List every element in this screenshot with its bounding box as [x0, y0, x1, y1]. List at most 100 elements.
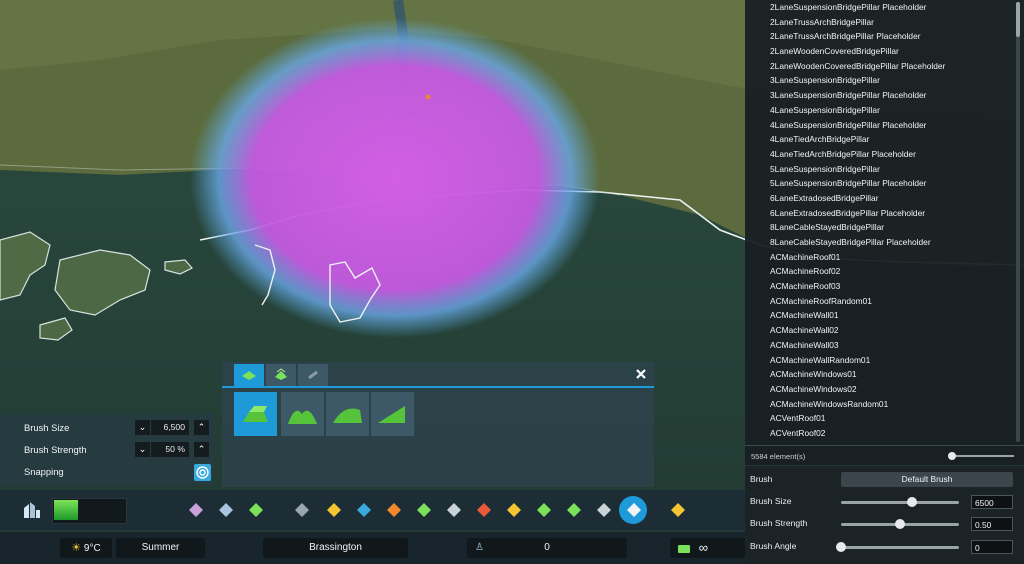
brush-label: Brush [750, 474, 773, 484]
zoning-icon [189, 503, 203, 517]
brush-angle-row: Brush Angle 0 [745, 536, 1024, 558]
brush-size-slider-knob[interactable] [906, 497, 917, 507]
asset-list-item[interactable]: 4LaneSuspensionBridgePillar Placeholder [745, 118, 1013, 133]
brush-row: Brush Default Brush [745, 469, 1024, 491]
brush-strength-input[interactable]: 0.50 [971, 517, 1013, 531]
raise-terrain-icon [243, 406, 268, 422]
brush-size-input[interactable]: 6500 [971, 495, 1013, 509]
city-name-box[interactable]: Brassington [263, 538, 408, 558]
brush-size-decrease-button[interactable]: ⌄ [135, 420, 150, 435]
left-brush-strength-label: Brush Strength [24, 444, 87, 455]
asset-list-item[interactable]: ACMachineWindows02 [745, 382, 1013, 397]
asset-list-item[interactable]: ACMachineRoof03 [745, 279, 1013, 294]
brush-size-increase-button[interactable]: ⌃ [194, 420, 209, 435]
brush-settings-panel: Brush Default Brush Brush Size 6500 Brus… [745, 466, 1024, 564]
left-brush-strength-value: 50 % [151, 442, 189, 457]
garbage-icon [417, 503, 431, 517]
asset-list-item[interactable]: 4LaneSuspensionBridgePillar [745, 103, 1013, 118]
asset-list-item[interactable]: 4LaneTiedArchBridgePillar Placeholder [745, 147, 1013, 162]
asset-list-item[interactable]: ACVentRoof01 [745, 411, 1013, 426]
roads-icon [295, 503, 309, 517]
toolbar-button-education[interactable] [444, 500, 464, 520]
asset-list-scrollbar[interactable] [1016, 2, 1020, 442]
asset-list-item[interactable]: ACMachineWallRandom01 [745, 353, 1013, 368]
toolbar-button-area[interactable] [216, 500, 236, 520]
weather-box[interactable]: ☀ 9°C [60, 538, 112, 558]
asset-list-item[interactable]: ACMachineWall03 [745, 338, 1013, 353]
tab-terrain-level[interactable] [266, 364, 296, 386]
transport-icon [537, 503, 551, 517]
area-icon [219, 503, 233, 517]
close-terrain-panel-button[interactable] [634, 367, 648, 381]
element-count: 5584 element(s) [751, 452, 806, 461]
tab-terrain[interactable] [234, 364, 264, 386]
brush-strength-decrease-button[interactable]: ⌄ [135, 442, 150, 457]
toolbar-button-garbage[interactable] [414, 500, 434, 520]
asset-list-item[interactable]: ACMachineWindows01 [745, 367, 1013, 382]
tool-smooth-terrain[interactable] [281, 392, 324, 436]
terrain-level-tab-icon [275, 368, 287, 380]
toolbar-button-transport[interactable] [534, 500, 554, 520]
tool-level-terrain[interactable] [326, 392, 369, 436]
asset-list-item[interactable]: ACMachineWall01 [745, 308, 1013, 323]
asset-list-item[interactable]: 2LaneTrussArchBridgePillar [745, 15, 1013, 30]
asset-list-item[interactable]: 4LaneTiedArchBridgePillar [745, 132, 1013, 147]
asset-list-item[interactable]: 3LaneSuspensionBridgePillar [745, 73, 1013, 88]
asset-list-item[interactable]: ACVentRoof02 [745, 426, 1013, 441]
toolbar-button-health[interactable] [474, 500, 494, 520]
asset-list-item[interactable]: 3LaneSuspensionBridgePillar Placeholder [745, 88, 1013, 103]
toolbar-button-landscaping[interactable] [246, 500, 266, 520]
money-box[interactable]: ∞ [670, 538, 745, 558]
toolbar-button-roads[interactable] [292, 500, 312, 520]
asset-list[interactable]: 2LaneSuspensionBridgePillar Placeholder 2… [745, 0, 1013, 445]
asset-list-item[interactable]: ACMachineRoof02 [745, 264, 1013, 279]
asset-list-item[interactable]: 8LaneCableStayedBridgePillar [745, 220, 1013, 235]
brush-strength-label: Brush Strength [750, 518, 808, 528]
brush-angle-input[interactable]: 0 [971, 540, 1013, 554]
asset-list-item[interactable]: 5LaneSuspensionBridgePillar Placeholder [745, 176, 1013, 191]
temperature: 9°C [83, 543, 101, 554]
brush-size-slider[interactable] [841, 501, 959, 504]
asset-list-item[interactable]: 2LaneTrussArchBridgePillar Placeholder [745, 29, 1013, 44]
brush-strength-increase-button[interactable]: ⌃ [194, 442, 209, 457]
asset-list-item[interactable]: ACMachineWindowsRandom01 [745, 397, 1013, 412]
asset-list-scrollbar-thumb[interactable] [1016, 2, 1020, 37]
asset-list-item[interactable]: 8LaneCableStayedBridgePillar Placeholder [745, 235, 1013, 250]
electricity-icon [327, 503, 341, 517]
toolbar-button-communication[interactable] [594, 500, 614, 520]
asset-list-item[interactable]: ACMachineRoofRandom01 [745, 294, 1013, 309]
list-size-slider[interactable] [950, 455, 1014, 457]
brush-select-button[interactable]: Default Brush [841, 472, 1013, 487]
element-count-row: 5584 element(s) [745, 445, 1024, 466]
asset-list-item[interactable]: 2LaneSuspensionBridgePillar Placeholder [745, 0, 1013, 15]
toolbar-button-water[interactable] [354, 500, 374, 520]
asset-list-item[interactable]: 2LaneWoodenCoveredBridgePillar [745, 44, 1013, 59]
season-box[interactable]: Summer [116, 538, 205, 558]
tool-slope-terrain[interactable] [371, 392, 414, 436]
city-info-button[interactable] [20, 498, 44, 522]
asset-list-item[interactable]: ACMachineWall02 [745, 323, 1013, 338]
tab-terrain-material[interactable] [298, 364, 328, 386]
left-brush-size-label: Brush Size [24, 422, 70, 433]
communication-icon [597, 503, 611, 517]
asset-list-item[interactable]: 6LaneExtradosedBridgePillar [745, 191, 1013, 206]
toolbar-button-services[interactable] [384, 500, 404, 520]
toolbar-button-terraform[interactable] [624, 500, 644, 520]
snapping-toggle-button[interactable] [194, 464, 211, 481]
list-size-slider-knob[interactable] [948, 452, 956, 460]
population-box[interactable]: ♙ 0 [467, 538, 627, 558]
asset-list-item[interactable]: 2LaneWoodenCoveredBridgePillar Placehold… [745, 59, 1013, 74]
toolbar-button-parks[interactable] [564, 500, 584, 520]
asset-list-item[interactable]: ACMachineRoof01 [745, 250, 1013, 265]
toolbar-button-electricity[interactable] [324, 500, 344, 520]
brush-angle-slider[interactable] [841, 546, 959, 549]
brush-strength-slider-knob[interactable] [895, 519, 905, 529]
asset-list-item[interactable]: 6LaneExtradosedBridgePillar Placeholder [745, 206, 1013, 221]
toolbar-button-police[interactable] [504, 500, 524, 520]
brush-angle-slider-knob[interactable] [836, 542, 846, 552]
tool-raise-terrain[interactable] [234, 392, 277, 436]
left-brush-panel: Brush Size ⌄ 6,500 ⌃ Brush Strength ⌄ 50… [0, 413, 215, 485]
toolbar-button-bulldozer[interactable] [668, 500, 688, 520]
asset-list-item[interactable]: 5LaneSuspensionBridgePillar [745, 162, 1013, 177]
toolbar-button-zoning[interactable] [186, 500, 206, 520]
